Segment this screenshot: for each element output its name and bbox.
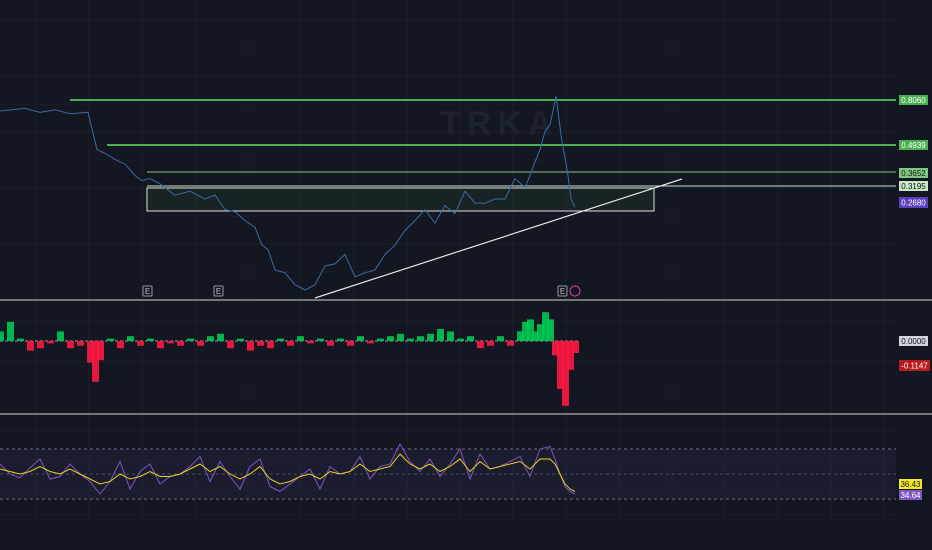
oscillator-bar	[97, 341, 104, 361]
level-label-4: 0.3195	[899, 181, 928, 191]
oscillator-bar	[157, 341, 164, 349]
oscillator-bar	[37, 341, 44, 349]
rsi-ma-label: 36.43	[899, 479, 922, 489]
oscillator-bar	[217, 333, 224, 341]
last-price-label-text: 0.2680	[901, 199, 926, 208]
oscillator-bar	[497, 336, 504, 341]
oscillator-bar	[397, 333, 404, 341]
oscillator-bar	[207, 336, 214, 341]
oscillator-bar	[177, 341, 184, 346]
oscillator-bar	[197, 341, 204, 346]
oscillator-current-label: -0.1147	[899, 360, 930, 371]
oscillator-bar	[417, 336, 424, 341]
chart: TRKA E E E 0.8060 0.4939 0.3652 0.3195 0.2…	[0, 0, 932, 550]
oscillator-bar	[7, 321, 14, 341]
oscillator-bar	[277, 338, 284, 341]
oscillator-bar	[147, 338, 154, 341]
level-label-2: 0.4939	[899, 140, 928, 150]
rsi-ma-label-text: 36.43	[900, 480, 921, 489]
oscillator-bar	[507, 341, 514, 346]
level-label-3: 0.3652	[899, 168, 928, 178]
rsi-label-text: 34.64	[900, 491, 921, 500]
event-marker-label: E	[145, 287, 150, 296]
oscillator-bar	[297, 336, 304, 341]
event-marker-label: E	[216, 287, 221, 296]
oscillator-bar	[487, 341, 494, 346]
oscillator-bar	[77, 341, 84, 346]
oscillator-bar	[477, 341, 484, 349]
oscillator-bar	[547, 319, 554, 341]
oscillator-bar	[307, 341, 314, 344]
oscillator-bar	[227, 341, 234, 349]
oscillator-bar	[357, 336, 364, 341]
oscillator-bar	[367, 341, 374, 344]
oscillator-bar	[47, 341, 54, 344]
oscillator-bar	[287, 341, 294, 346]
event-marker-label: E	[560, 287, 565, 296]
oscillator-bar	[572, 341, 579, 353]
oscillator-bar	[447, 331, 454, 341]
last-price-label: 0.2680	[899, 197, 928, 208]
oscillator-current-label-text: -0.1147	[901, 362, 928, 371]
level-label-3-text: 0.3652	[901, 169, 926, 178]
rsi-label: 34.64	[899, 490, 922, 500]
oscillator-bar	[17, 338, 24, 341]
oscillator-bar	[117, 341, 124, 349]
oscillator-bar	[137, 341, 144, 346]
oscillator-bar	[27, 341, 34, 351]
level-label-1: 0.8060	[899, 95, 928, 105]
oscillator-bar	[387, 336, 394, 341]
level-label-1-text: 0.8060	[901, 96, 926, 105]
oscillator-bar	[427, 333, 434, 341]
oscillator-bar	[57, 331, 64, 341]
watermark: TRKA	[440, 105, 558, 143]
oscillator-bar	[67, 341, 74, 349]
oscillator-bar	[107, 338, 114, 341]
oscillator-bar	[407, 338, 414, 341]
oscillator-bar	[327, 341, 334, 346]
oscillator-zero-label: 0.0000	[899, 336, 928, 346]
oscillator-bar	[267, 341, 274, 349]
oscillator-bar	[467, 336, 474, 341]
level-label-2-text: 0.4939	[901, 141, 926, 150]
oscillator-bar	[187, 338, 194, 341]
oscillator-bar	[237, 338, 244, 341]
oscillator-bar	[337, 338, 344, 341]
oscillator-bar	[377, 338, 384, 341]
oscillator-bar	[437, 329, 444, 341]
oscillator-bar	[257, 341, 264, 346]
oscillator-zero-label-text: 0.0000	[901, 337, 926, 346]
oscillator-bar	[457, 338, 464, 341]
oscillator-bar	[127, 336, 134, 341]
oscillator-bar	[0, 331, 4, 341]
level-label-4-text: 0.3195	[901, 182, 926, 191]
oscillator-bar	[347, 341, 354, 346]
oscillator-bar	[247, 341, 254, 351]
oscillator-bar	[317, 338, 324, 341]
oscillator-bar	[167, 341, 174, 344]
